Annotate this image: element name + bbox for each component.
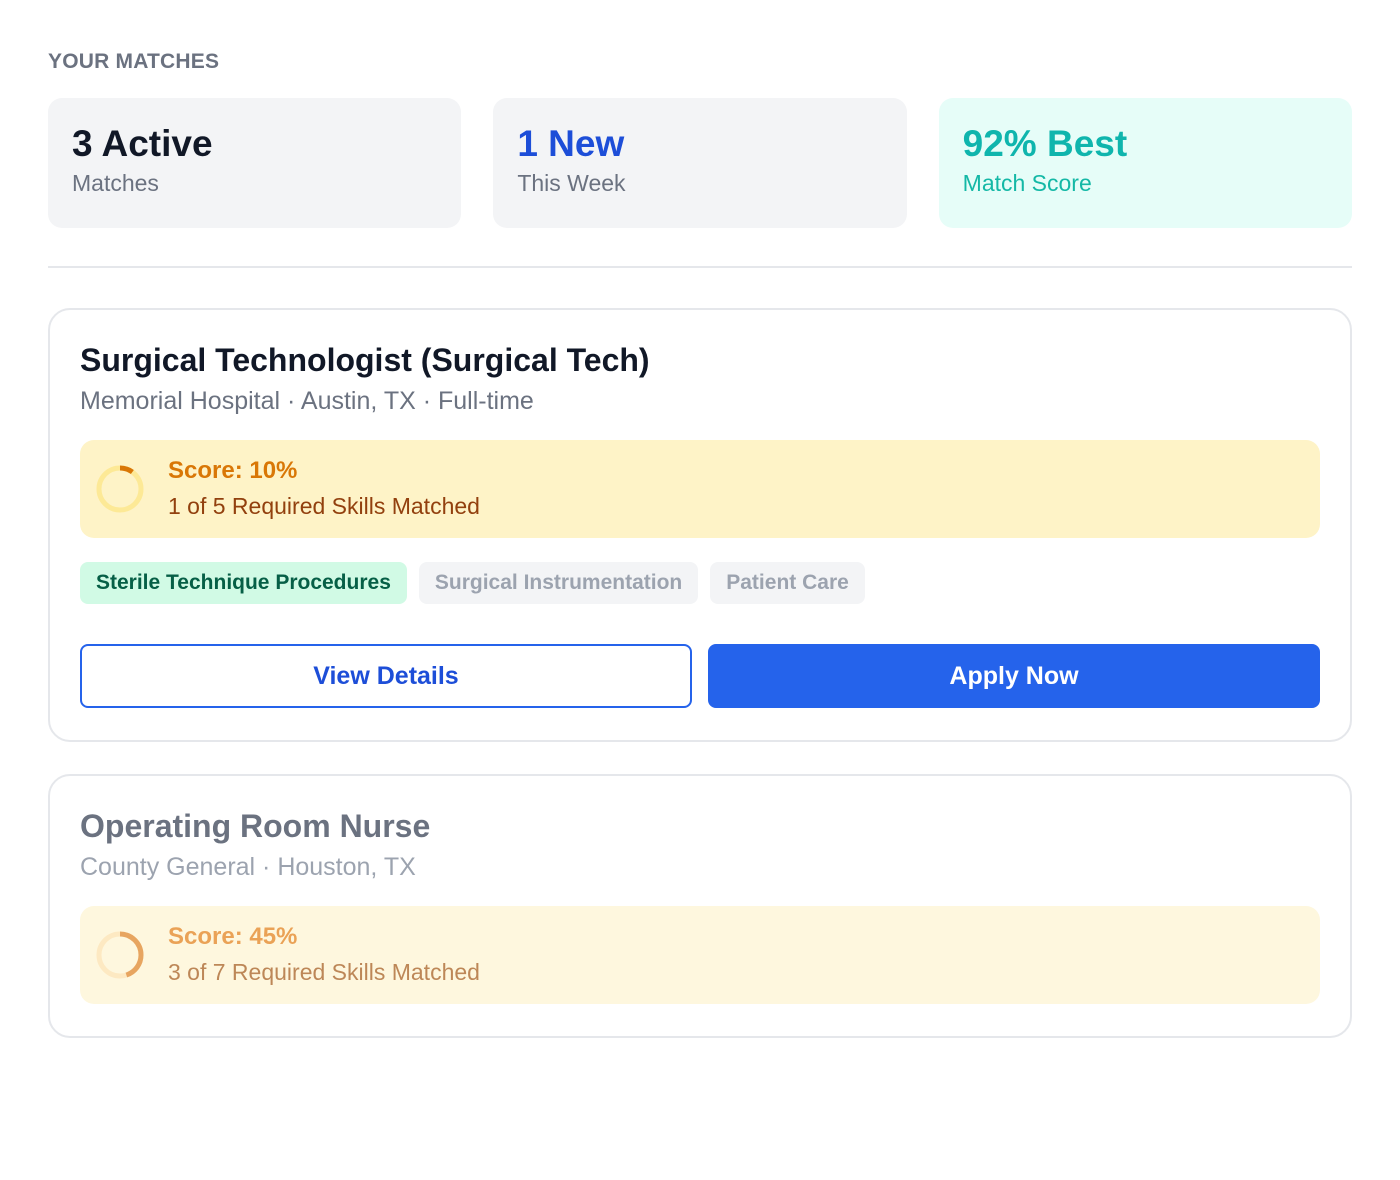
score-label: Score: 45% — [168, 923, 298, 950]
score-ring-icon — [96, 465, 144, 513]
skills-matched-label: 3 of 7 Required Skills Matched — [168, 959, 480, 985]
skills-list: Sterile Technique Procedures Surgical In… — [80, 562, 1320, 604]
job-meta: Memorial Hospital · Austin, TX · Full-ti… — [80, 387, 534, 415]
stat-value: 92% Best — [962, 123, 1128, 164]
job-card[interactable]: Operating Room Nurse County General · Ho… — [48, 774, 1352, 1038]
card-actions: View Details Apply Now — [80, 644, 1320, 708]
score-label: Score: 10% — [168, 457, 298, 484]
stat-card-new: 1 New This Week — [493, 98, 907, 228]
apply-now-button[interactable]: Apply Now — [708, 644, 1320, 708]
section-title: YOUR MATCHES — [48, 50, 220, 73]
stat-label: Match Score — [962, 170, 1092, 196]
job-title[interactable]: Surgical Technologist (Surgical Tech) — [80, 340, 1320, 380]
score-ring-icon — [96, 931, 144, 979]
stats-row: 3 Active Matches 1 New This Week 92% Bes… — [48, 98, 1352, 228]
divider — [48, 266, 1352, 268]
job-meta: County General · Houston, TX — [80, 853, 416, 881]
stat-label: This Week — [517, 170, 626, 196]
view-details-button[interactable]: View Details — [80, 644, 692, 708]
score-box: Score: 45% 3 of 7 Required Skills Matche… — [80, 906, 1320, 1004]
stat-label: Matches — [72, 170, 159, 196]
job-card[interactable]: Surgical Technologist (Surgical Tech) Me… — [48, 308, 1352, 742]
skill-chip-missing: Patient Care — [710, 562, 865, 604]
score-box: Score: 10% 1 of 5 Required Skills Matche… — [80, 440, 1320, 538]
stat-value: 1 New — [517, 123, 625, 164]
stat-card-active: 3 Active Matches — [48, 98, 462, 228]
stat-value: 3 Active — [72, 123, 213, 164]
job-title[interactable]: Operating Room Nurse — [80, 806, 1320, 846]
skill-chip-missing: Surgical Instrumentation — [418, 562, 699, 604]
skill-chip-matched: Sterile Technique Procedures — [80, 562, 407, 604]
stat-card-best: 92% Best Match Score — [938, 98, 1352, 228]
skills-matched-label: 1 of 5 Required Skills Matched — [168, 493, 480, 519]
